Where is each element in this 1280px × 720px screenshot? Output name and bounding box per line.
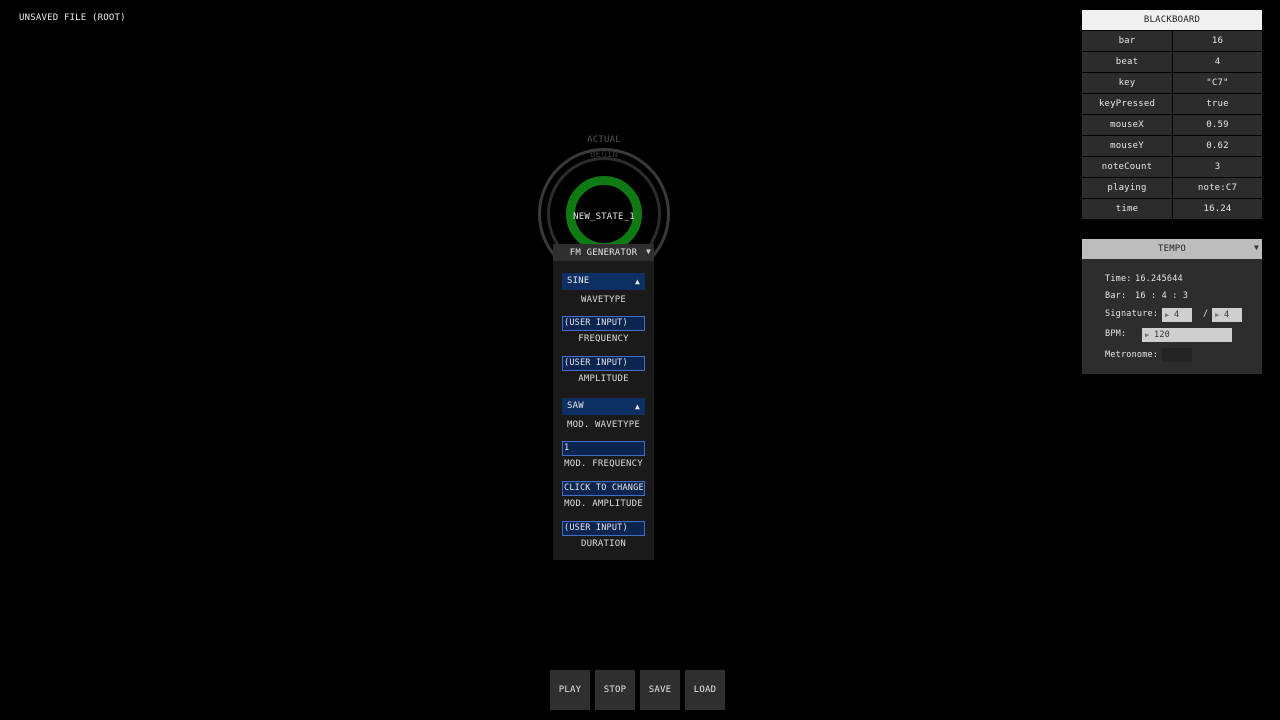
blackboard-key: playing	[1082, 178, 1172, 198]
blackboard-row: bar 16	[1082, 31, 1262, 51]
triangle-up-icon: ▲	[634, 277, 640, 286]
signature-numerator-input[interactable]: ▶ 4	[1162, 308, 1192, 322]
blackboard-row: noteCount 3	[1082, 157, 1262, 177]
blackboard-table: bar 16 beat 4 key "C7" keyPressed true mouseX 0.5…	[1082, 31, 1262, 220]
blackboard-value: note:C7	[1173, 178, 1262, 198]
blackboard-row: time 16.24	[1082, 199, 1262, 219]
signature-numerator-value: 4	[1174, 310, 1180, 320]
blackboard-value: 0.62	[1173, 136, 1262, 156]
frequency-label: FREQUENCY	[578, 334, 629, 344]
blackboard-value: 4	[1173, 52, 1262, 72]
blackboard-key: beat	[1082, 52, 1172, 72]
blackboard-row: mouseX 0.59	[1082, 115, 1262, 135]
mod-amplitude-label: MOD. AMPLITUDE	[564, 499, 643, 509]
mod-frequency-label: MOD. FREQUENCY	[564, 459, 643, 469]
file-title: UNSAVED FILE (ROOT)	[19, 13, 126, 23]
mod-wavetype-label: MOD. WAVETYPE	[566, 420, 641, 430]
mod-frequency-input[interactable]: 1	[562, 441, 645, 456]
signature-denominator-value: 4	[1224, 310, 1230, 320]
signature-label: Signature:	[1105, 309, 1159, 319]
triangle-up-icon: ▲	[634, 402, 640, 411]
blackboard-key: mouseX	[1082, 115, 1172, 135]
load-button[interactable]: LOAD	[685, 670, 725, 710]
blackboard-value: 3	[1173, 157, 1262, 177]
tempo-header[interactable]: TEMPO ▼	[1082, 239, 1262, 259]
blackboard-key: bar	[1082, 31, 1172, 51]
tempo-title: TEMPO	[1157, 244, 1187, 254]
wavetype-value: SINE	[567, 276, 590, 286]
blackboard-key: key	[1082, 73, 1172, 93]
blackboard-value: "C7"	[1173, 73, 1262, 93]
bpm-label: BPM:	[1105, 329, 1127, 339]
triangle-down-icon[interactable]: ▼	[1254, 243, 1259, 252]
frequency-input[interactable]: (USER INPUT)	[562, 316, 645, 331]
duration-label: DURATION	[581, 539, 626, 549]
play-button[interactable]: PLAY	[550, 670, 590, 710]
mod-wavetype-value: SAW	[567, 401, 584, 411]
mod-wavetype-select[interactable]: SAW ▲	[562, 398, 645, 415]
signature-denominator-input[interactable]: ▶ 4	[1212, 308, 1242, 322]
blackboard-row: mouseY 0.62	[1082, 136, 1262, 156]
triangle-right-icon: ▶	[1145, 331, 1150, 339]
amplitude-label: AMPLITUDE	[578, 374, 629, 384]
blackboard-value: 0.59	[1173, 115, 1262, 135]
triangle-right-icon: ▶	[1215, 311, 1220, 319]
blackboard-value: 16	[1173, 31, 1262, 51]
metronome-label: Metronome:	[1105, 350, 1159, 360]
blackboard-key: keyPressed	[1082, 94, 1172, 114]
amplitude-input[interactable]: (USER INPUT)	[562, 356, 645, 371]
metronome-indicator[interactable]	[1162, 348, 1192, 362]
wavetype-label: WAVETYPE	[581, 295, 626, 305]
signature-separator: /	[1203, 309, 1209, 319]
blackboard-key: noteCount	[1082, 157, 1172, 177]
generator-header[interactable]: FM GENERATOR ▼	[553, 244, 654, 261]
wavetype-select[interactable]: SINE ▲	[562, 273, 645, 290]
blackboard-value: true	[1173, 94, 1262, 114]
blackboard-row: key "C7"	[1082, 73, 1262, 93]
generator-panel: SINE ▲ WAVETYPE (USER INPUT) FREQUENCY (…	[553, 261, 654, 560]
bpm-value: 120	[1154, 330, 1170, 340]
state-actual-label: ACTUAL	[587, 135, 621, 145]
duration-input[interactable]: (USER INPUT)	[562, 521, 645, 536]
blackboard-value: 16.24	[1173, 199, 1262, 219]
state-name[interactable]: NEW_STATE_1	[538, 212, 670, 222]
bar-value: 16 : 4 : 3	[1135, 291, 1189, 301]
triangle-right-icon: ▶	[1165, 311, 1170, 319]
blackboard-key: time	[1082, 199, 1172, 219]
mod-amplitude-input[interactable]: CLICK TO CHANGE	[562, 481, 645, 496]
time-value: 16.245644	[1135, 274, 1183, 284]
bpm-input[interactable]: ▶ 120	[1142, 328, 1232, 342]
generator-title: FM GENERATOR	[569, 247, 638, 258]
blackboard-row: playing note:C7	[1082, 178, 1262, 198]
bar-label: Bar:	[1105, 291, 1127, 301]
blackboard-row: keyPressed true	[1082, 94, 1262, 114]
triangle-down-icon[interactable]: ▼	[646, 247, 651, 256]
blackboard-title: BLACKBOARD	[1082, 10, 1262, 30]
save-button[interactable]: SAVE	[640, 670, 680, 710]
time-label: Time:	[1105, 274, 1132, 284]
blackboard-row: beat 4	[1082, 52, 1262, 72]
stop-button[interactable]: STOP	[595, 670, 635, 710]
blackboard-key: mouseY	[1082, 136, 1172, 156]
tempo-panel: Time: 16.245644 Bar: 16 : 4 : 3 Signatur…	[1082, 259, 1262, 374]
